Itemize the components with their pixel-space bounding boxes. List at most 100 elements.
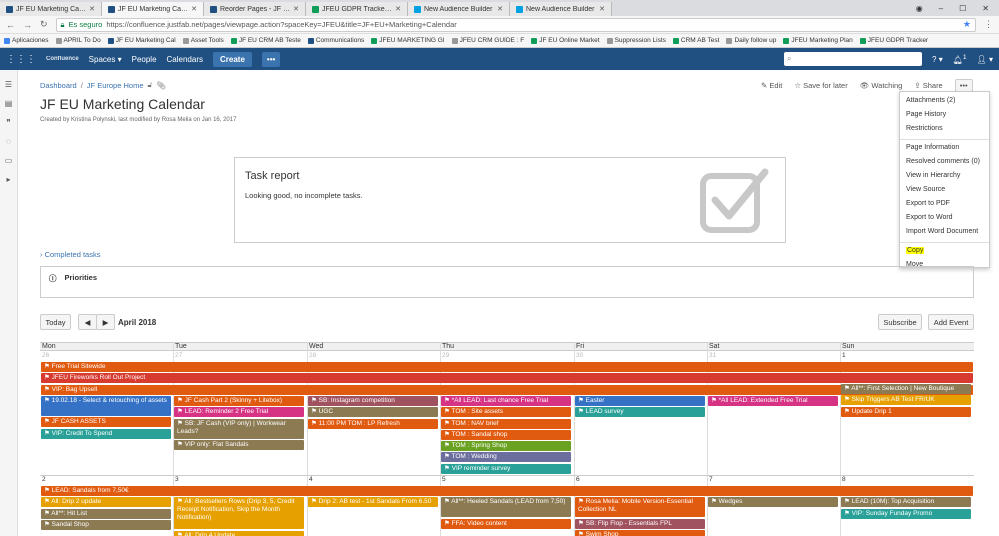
bookmark-item[interactable]: Suppression Lists: [606, 37, 666, 44]
tab-close-icon[interactable]: ✕: [599, 5, 605, 13]
calendar-event[interactable]: ⚑ 19.02.18 - Select & retouching of asse…: [41, 396, 171, 416]
search-input[interactable]: ⌕: [784, 52, 923, 66]
calendar-event[interactable]: ⚑ FFA: Video content: [441, 519, 571, 529]
calendar-event-bar[interactable]: ⚑ JFEU Fireworks Roll Out Project: [41, 373, 973, 383]
nav-people[interactable]: People: [132, 55, 157, 64]
calendar-event[interactable]: ⚑ Skip Triggers AB Test FR/UK: [841, 395, 971, 405]
calendar-event[interactable]: ⚑ LEAD survey: [575, 407, 705, 417]
calendar-event[interactable]: ⚑ *All LEAD: Extended Free Trial: [708, 396, 838, 406]
menu-icon[interactable]: ⋮: [984, 19, 993, 30]
user-avatar[interactable]: 👤︎ ▾: [977, 55, 993, 64]
share-button[interactable]: ⇪ Share: [914, 81, 942, 90]
minimize-icon[interactable]: –: [939, 4, 943, 13]
tab-close-icon[interactable]: ✕: [293, 5, 299, 13]
tab-close-icon[interactable]: ✕: [89, 5, 95, 13]
edit-button[interactable]: ✎ Edit: [761, 81, 782, 90]
day-number[interactable]: 2: [42, 476, 46, 483]
calendar-event-bar[interactable]: ⚑ LEAD: Sandals from 7,50€: [41, 486, 973, 496]
subscribe-button[interactable]: Subscribe: [878, 314, 922, 330]
calendar-event[interactable]: ⚑ LEAD (10M): Top Acquisition: [841, 497, 971, 507]
feed-icon[interactable]: ◌: [0, 137, 17, 146]
calendar-event[interactable]: ⚑ UGC: [308, 407, 438, 417]
menu-copy[interactable]: Copy: [900, 245, 989, 259]
calendar-event[interactable]: ⚑ TOM : NAV brief: [441, 419, 571, 429]
calendar-event[interactable]: ⚑ All**: Heeled Sandals (LEAD from 7,50): [441, 497, 571, 517]
bookmark-star-icon[interactable]: ★: [963, 19, 971, 30]
calendar-event-bar[interactable]: ⚑ VIP: Bag Upsell: [41, 385, 973, 395]
day-number[interactable]: 26: [42, 352, 49, 359]
calendar-event[interactable]: ⚑ All: Drip 2 update: [41, 497, 171, 507]
calendar-event[interactable]: ⚑ All: Bestsellers Rows (Drip 3, 5, Cred…: [174, 497, 304, 529]
calendar-event[interactable]: ⚑ SB: JF Cash (VIP only) | Workwear Lead…: [174, 419, 304, 439]
bookmark-item[interactable]: JFEU CRM GUIDE : F: [451, 37, 524, 44]
calendar-event[interactable]: ⚑ SB: Instagram competition: [308, 396, 438, 406]
calendar-event[interactable]: ⚑ Rosa Melia: Mobile Version-Essential C…: [575, 497, 705, 517]
day-number[interactable]: 30: [576, 352, 583, 359]
bookmark-item[interactable]: APRIL To Do: [55, 37, 101, 44]
bookmark-item[interactable]: Communications: [307, 37, 364, 44]
menu-view-in-hierarchy[interactable]: View in Hierarchy: [900, 170, 989, 184]
add-event-button[interactable]: Add Event: [928, 314, 974, 330]
day-number[interactable]: 31: [709, 352, 716, 359]
restriction-icon[interactable]: 🔓︎: [148, 80, 153, 90]
bookmark-item[interactable]: JF EU Online Market: [531, 37, 600, 44]
forward-icon[interactable]: →: [23, 20, 32, 30]
breadcrumb-dashboard[interactable]: Dashboard: [40, 81, 77, 90]
prev-month-button[interactable]: ◀: [78, 314, 97, 330]
day-number[interactable]: 1: [842, 352, 846, 359]
breadcrumb-space[interactable]: JF Europe Home: [87, 81, 144, 90]
confluence-logo[interactable]: Confluence: [46, 56, 79, 62]
app-switcher-icon[interactable]: ⋮⋮⋮: [6, 54, 36, 65]
reload-icon[interactable]: ↻: [40, 19, 48, 30]
calendar-event[interactable]: ⚑ VIP: Sunday Funday Promo: [841, 509, 971, 519]
browser-tab[interactable]: JF EU Marketing Calenda✕: [0, 2, 102, 16]
calendar-event[interactable]: ⚑ SB: Flip Flop - Essentials FPL: [575, 519, 705, 529]
bookmark-item[interactable]: Asset Tools: [182, 37, 224, 44]
menu-page-history[interactable]: Page History: [900, 109, 989, 123]
browser-tab[interactable]: JF EU Marketing Calenda✕: [102, 2, 204, 16]
completed-tasks-toggle[interactable]: › Completed tasks: [40, 250, 100, 259]
tab-close-icon[interactable]: ✕: [191, 5, 197, 13]
create-button[interactable]: Create: [213, 51, 252, 67]
menu-page-information[interactable]: Page Information: [900, 142, 989, 156]
calendar-event[interactable]: ⚑ All**: First Selection | New Boutique: [841, 384, 971, 394]
bookmark-item[interactable]: Daily follow up: [726, 37, 776, 44]
menu-export-pdf[interactable]: Export to PDF: [900, 198, 989, 212]
account-icon[interactable]: ◉: [916, 4, 923, 13]
watch-button[interactable]: 👁︎ Watching: [860, 81, 903, 90]
calendar-event[interactable]: ⚑ VIP reminder survey: [441, 464, 571, 474]
calendar-event[interactable]: ⚑ *All LEAD: Last chance Free Trial: [441, 396, 571, 406]
day-number[interactable]: 29: [442, 352, 449, 359]
browser-tab[interactable]: New Audience Builder ✕: [510, 2, 612, 16]
nav-calendars[interactable]: Calendars: [167, 55, 203, 64]
calendar-event[interactable]: ⚑ Easter: [575, 396, 705, 406]
calendar-event[interactable]: ⚑ TOM : Wedding: [441, 452, 571, 462]
bookmark-item[interactable]: Aplicaciones: [4, 37, 49, 44]
calendar-event[interactable]: ⚑ Update Drip 1: [841, 407, 971, 417]
calendar-event[interactable]: ⚑ All: Drip 4 Update: [174, 531, 304, 536]
tab-close-icon[interactable]: ✕: [395, 5, 401, 13]
day-number[interactable]: 7: [709, 476, 713, 483]
calendar-event[interactable]: ⚑ Sandal Shop: [41, 520, 171, 530]
day-number[interactable]: 3: [175, 476, 179, 483]
menu-attachments[interactable]: Attachments (2): [900, 95, 989, 109]
close-window-icon[interactable]: ✕: [982, 4, 989, 13]
browser-tab[interactable]: JFEU GDPR Tracker & Op✕: [306, 2, 408, 16]
browser-tab[interactable]: New Audience Builder ✕: [408, 2, 510, 16]
day-number[interactable]: 6: [576, 476, 580, 483]
bookmark-item[interactable]: JFEU MARKETING GI: [371, 37, 445, 44]
save-for-later-button[interactable]: ☆ Save for later: [794, 81, 847, 90]
day-number[interactable]: 5: [442, 476, 446, 483]
menu-restrictions[interactable]: Restrictions: [900, 123, 989, 137]
shortcuts-icon[interactable]: ▭: [0, 156, 17, 165]
pages-icon[interactable]: ▤: [0, 99, 17, 108]
tab-close-icon[interactable]: ✕: [497, 5, 503, 13]
calendar-event[interactable]: ⚑ All**: Hit List: [41, 509, 171, 519]
sidebar-collapse-icon[interactable]: ☰: [0, 80, 17, 89]
maximize-icon[interactable]: ☐: [959, 4, 966, 13]
next-month-button[interactable]: ▶: [96, 314, 115, 330]
calendar-event[interactable]: ⚑ TOM : Spring Shop: [441, 441, 571, 451]
nav-spaces[interactable]: Spaces ▾: [89, 55, 122, 64]
calendar-event[interactable]: ⚑ Swim Shop: [575, 530, 705, 536]
bookmark-item[interactable]: JFEU GDPR Tracker: [859, 37, 928, 44]
